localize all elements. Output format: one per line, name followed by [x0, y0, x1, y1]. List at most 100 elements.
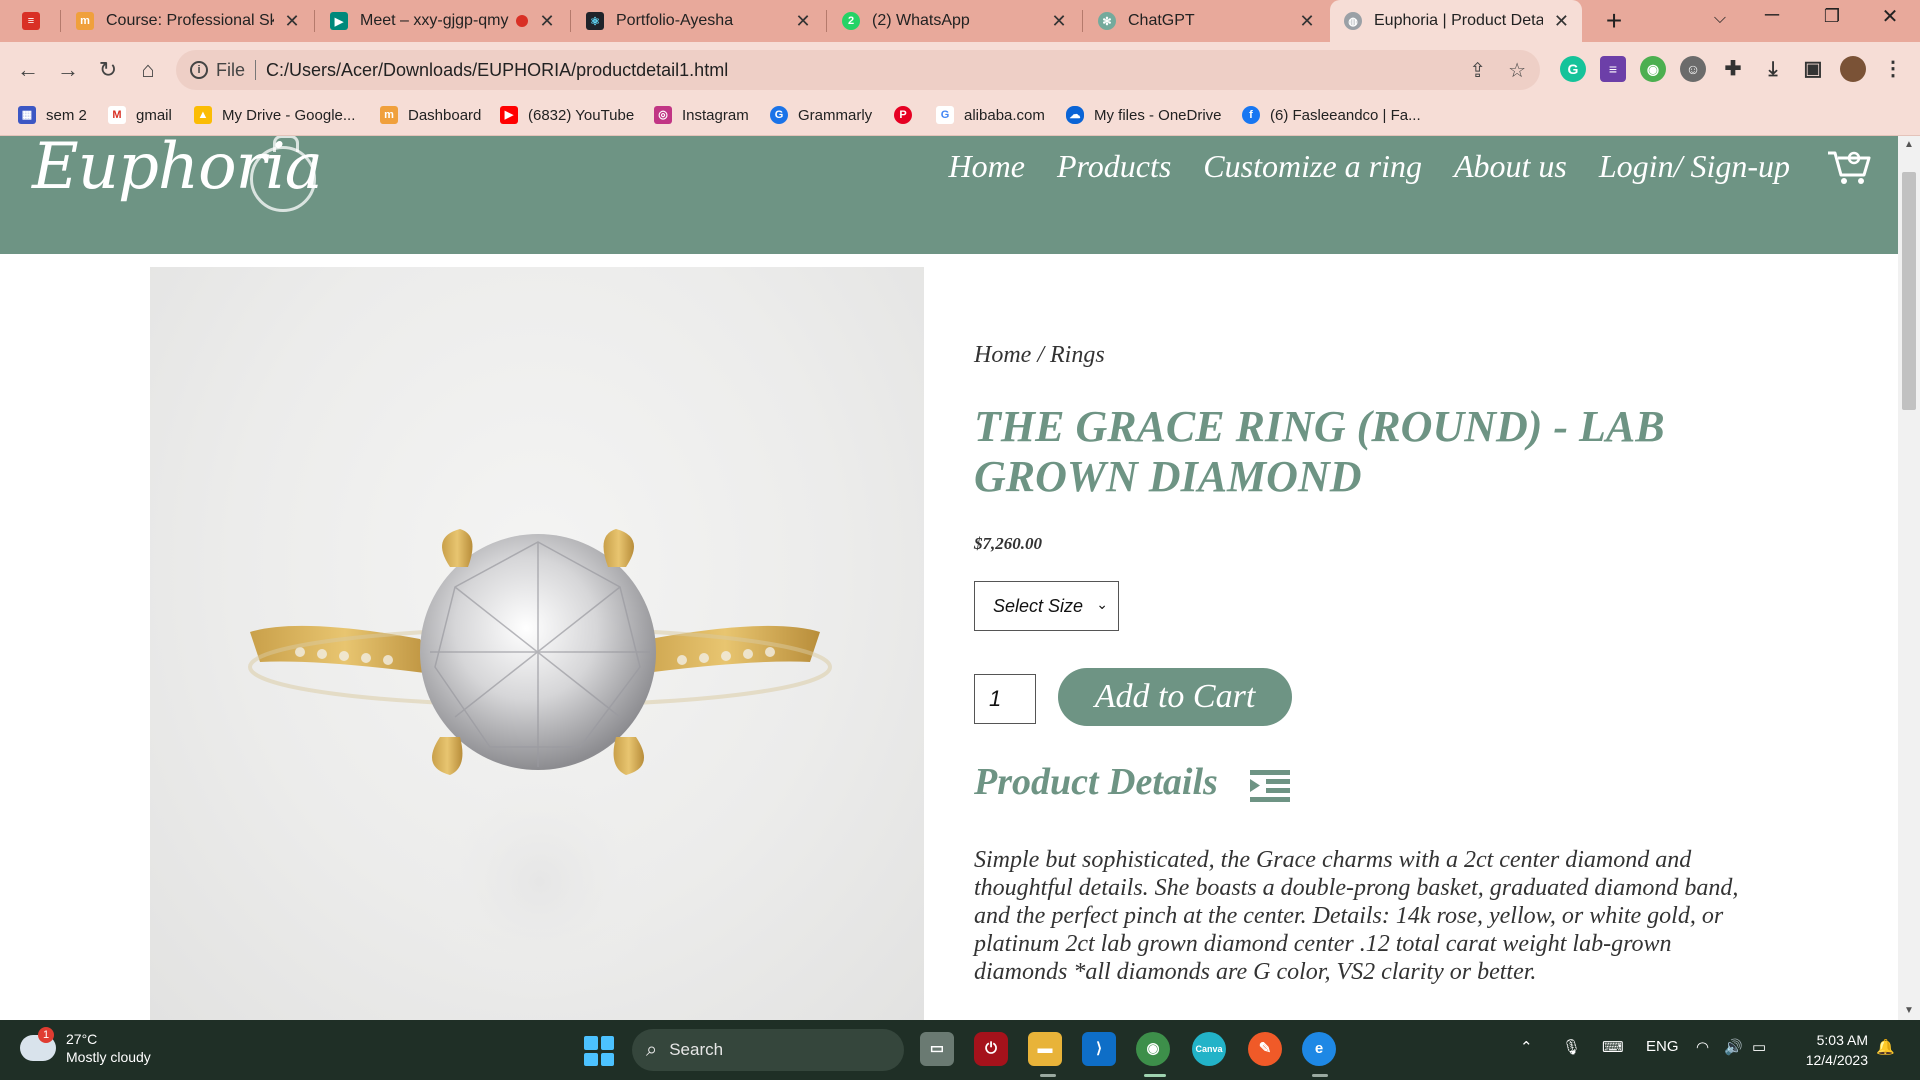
side-panel-icon[interactable]: ▣ — [1800, 56, 1826, 82]
grammarly-extension-icon[interactable]: G — [1560, 56, 1586, 82]
bookmark-drive[interactable]: ▲ My Drive - Google... — [194, 106, 355, 124]
language-indicator[interactable]: ENG — [1646, 1038, 1679, 1055]
site-info-icon[interactable]: i — [190, 61, 208, 79]
tab-search-button[interactable]: ≡ — [8, 0, 58, 42]
app-active-indicator — [1144, 1074, 1166, 1077]
canva-icon[interactable]: Canva — [1192, 1032, 1226, 1066]
bookmark-grammarly[interactable]: G Grammarly — [770, 106, 872, 124]
breadcrumb[interactable]: Home / Rings — [974, 342, 1105, 369]
tab-meet[interactable]: ▶ Meet – xxy-gjgp-qmy ✕ — [316, 0, 568, 42]
bookmark-star-icon[interactable]: ☆ — [1508, 58, 1526, 83]
cloud-weather-icon: 1 — [20, 1027, 56, 1061]
cart-icon[interactable] — [1826, 148, 1872, 186]
whatsapp-icon: 2 — [842, 12, 860, 30]
tab-course[interactable]: m Course: Professional Skills ✕ — [62, 0, 312, 42]
extension-icon[interactable]: ≡ — [1600, 56, 1626, 82]
minimize-icon[interactable]: ─ — [1752, 4, 1792, 27]
weather-widget[interactable]: 1 27°C Mostly cloudy — [20, 1027, 151, 1066]
search-icon: ⌕ — [646, 1038, 658, 1061]
new-tab-button[interactable]: + — [1598, 5, 1630, 37]
add-to-cart-button[interactable]: Add to Cart — [1058, 668, 1292, 726]
menu-icon[interactable]: ⋮ — [1880, 56, 1906, 82]
windows-start-icon[interactable] — [584, 1036, 614, 1066]
profile-avatar[interactable] — [1840, 56, 1866, 82]
chrome-icon[interactable]: ◉ — [1136, 1032, 1170, 1066]
forward-icon[interactable]: → — [52, 54, 84, 86]
task-view-icon[interactable]: ▭ — [920, 1032, 954, 1066]
bookmark-onedrive[interactable]: ☁ My files - OneDrive — [1066, 106, 1222, 124]
close-icon[interactable]: ✕ — [284, 11, 300, 32]
tab-whatsapp[interactable]: 2 (2) WhatsApp ✕ — [828, 0, 1080, 42]
extension-icon[interactable]: ◉ — [1640, 56, 1666, 82]
share-icon[interactable]: ⇪ — [1469, 58, 1486, 83]
bookmark-gmail[interactable]: M gmail — [108, 106, 172, 124]
close-icon[interactable]: ✕ — [538, 11, 556, 32]
onedrive-cloud-icon: ☁ — [1066, 106, 1084, 124]
bookmark-youtube[interactable]: ▶ (6832) YouTube — [500, 106, 634, 124]
microphone-icon[interactable]: 🎙 — [1562, 1038, 1581, 1056]
bookmark-sem2[interactable]: ▦ sem 2 — [18, 106, 87, 124]
edge-icon[interactable]: e — [1302, 1032, 1336, 1066]
power-app-icon[interactable]: ⏻ — [974, 1032, 1008, 1066]
tab-title: Course: Professional Skills — [106, 12, 275, 29]
tab-chatgpt[interactable]: ✻ ChatGPT ✕ — [1084, 0, 1328, 42]
download-icon[interactable]: ⤓ — [1760, 56, 1786, 82]
brush-app-icon[interactable]: ✎ — [1248, 1032, 1282, 1066]
list-details-icon[interactable] — [1250, 770, 1290, 802]
product-image — [150, 267, 924, 1020]
home-icon[interactable]: ⌂ — [132, 54, 164, 86]
size-select[interactable]: Select Size ⌄ — [974, 581, 1119, 631]
url-scheme: File — [216, 59, 246, 80]
bookmark-dashboard[interactable]: m Dashboard — [380, 106, 481, 124]
tab-list-icon[interactable]: ⌵ — [1700, 10, 1740, 28]
nav-login-signup[interactable]: Login/ Sign-up — [1599, 148, 1790, 185]
vscode-icon[interactable]: ⟩ — [1082, 1032, 1116, 1066]
window-close-icon[interactable]: ✕ — [1870, 4, 1910, 29]
taskbar: 1 27°C Mostly cloudy ⌕ Search ▭ ⏻ ▬ ⟩ ◉ … — [0, 1020, 1920, 1080]
bookmarks-bar: ▦ sem 2 M gmail ▲ My Drive - Google... m… — [0, 98, 1920, 136]
quantity-input[interactable]: 1 — [974, 674, 1036, 724]
wifi-icon[interactable]: ◠ — [1696, 1038, 1709, 1056]
bookmark-pinterest[interactable]: P — [894, 106, 922, 124]
extensions-puzzle-icon[interactable]: ✚ — [1720, 56, 1746, 82]
volume-icon[interactable]: 🔊 — [1724, 1038, 1743, 1056]
restore-icon[interactable]: ❐ — [1812, 6, 1852, 27]
bookmark-facebook[interactable]: f (6) Fasleeandco | Fa... — [1242, 106, 1421, 124]
file-explorer-icon[interactable]: ▬ — [1028, 1032, 1062, 1066]
bookmark-alibaba[interactable]: G alibaba.com — [936, 106, 1045, 124]
close-icon[interactable]: ✕ — [794, 11, 812, 32]
notification-bell-icon[interactable]: 🔔 — [1876, 1038, 1895, 1056]
reload-icon[interactable]: ↻ — [92, 54, 124, 86]
battery-icon[interactable]: ▭ — [1752, 1038, 1766, 1056]
close-icon[interactable]: ✕ — [1553, 11, 1570, 32]
site-header: Euphoria Home Products Customize a ring … — [0, 136, 1898, 254]
taskbar-search[interactable]: ⌕ Search — [632, 1029, 904, 1071]
nav-products[interactable]: Products — [1057, 148, 1171, 185]
meet-icon: ▶ — [330, 12, 348, 30]
page-scrollbar[interactable]: ▲ ▼ — [1898, 136, 1920, 1020]
tab-divider — [1082, 10, 1083, 32]
bookmark-instagram[interactable]: ◎ Instagram — [654, 106, 749, 124]
system-clock[interactable]: 5:03 AM 12/4/2023 — [1796, 1030, 1868, 1070]
url-input[interactable]: i File C:/Users/Acer/Downloads/EUPHORIA/… — [176, 50, 1540, 90]
close-icon[interactable]: ✕ — [1298, 11, 1316, 32]
scroll-down-icon[interactable]: ▼ — [1898, 1002, 1920, 1020]
tab-divider — [826, 10, 827, 32]
tab-portfolio[interactable]: ⚛ Portfolio-Ayesha ✕ — [572, 0, 824, 42]
tab-divider — [314, 10, 315, 32]
scrollbar-thumb[interactable] — [1902, 172, 1916, 410]
keyboard-icon[interactable]: ⌨ — [1602, 1038, 1624, 1056]
nav-home[interactable]: Home — [949, 148, 1025, 185]
close-icon[interactable]: ✕ — [1050, 11, 1068, 32]
back-icon[interactable]: ← — [12, 54, 44, 86]
scroll-up-icon[interactable]: ▲ — [1898, 136, 1920, 154]
nav-about-us[interactable]: About us — [1454, 148, 1567, 185]
tab-euphoria[interactable]: ◍ Euphoria | Product Detail ✕ — [1330, 0, 1582, 42]
url-text: C:/Users/Acer/Downloads/EUPHORIA/product… — [266, 59, 729, 80]
extension-icon[interactable]: ☺ — [1680, 56, 1706, 82]
bookmark-label: Grammarly — [798, 106, 873, 124]
chevron-up-icon[interactable]: ⌃ — [1520, 1038, 1533, 1056]
bookmark-label: (6832) YouTube — [528, 106, 635, 124]
ring-photo — [248, 529, 832, 1002]
nav-customize-ring[interactable]: Customize a ring — [1203, 148, 1422, 185]
